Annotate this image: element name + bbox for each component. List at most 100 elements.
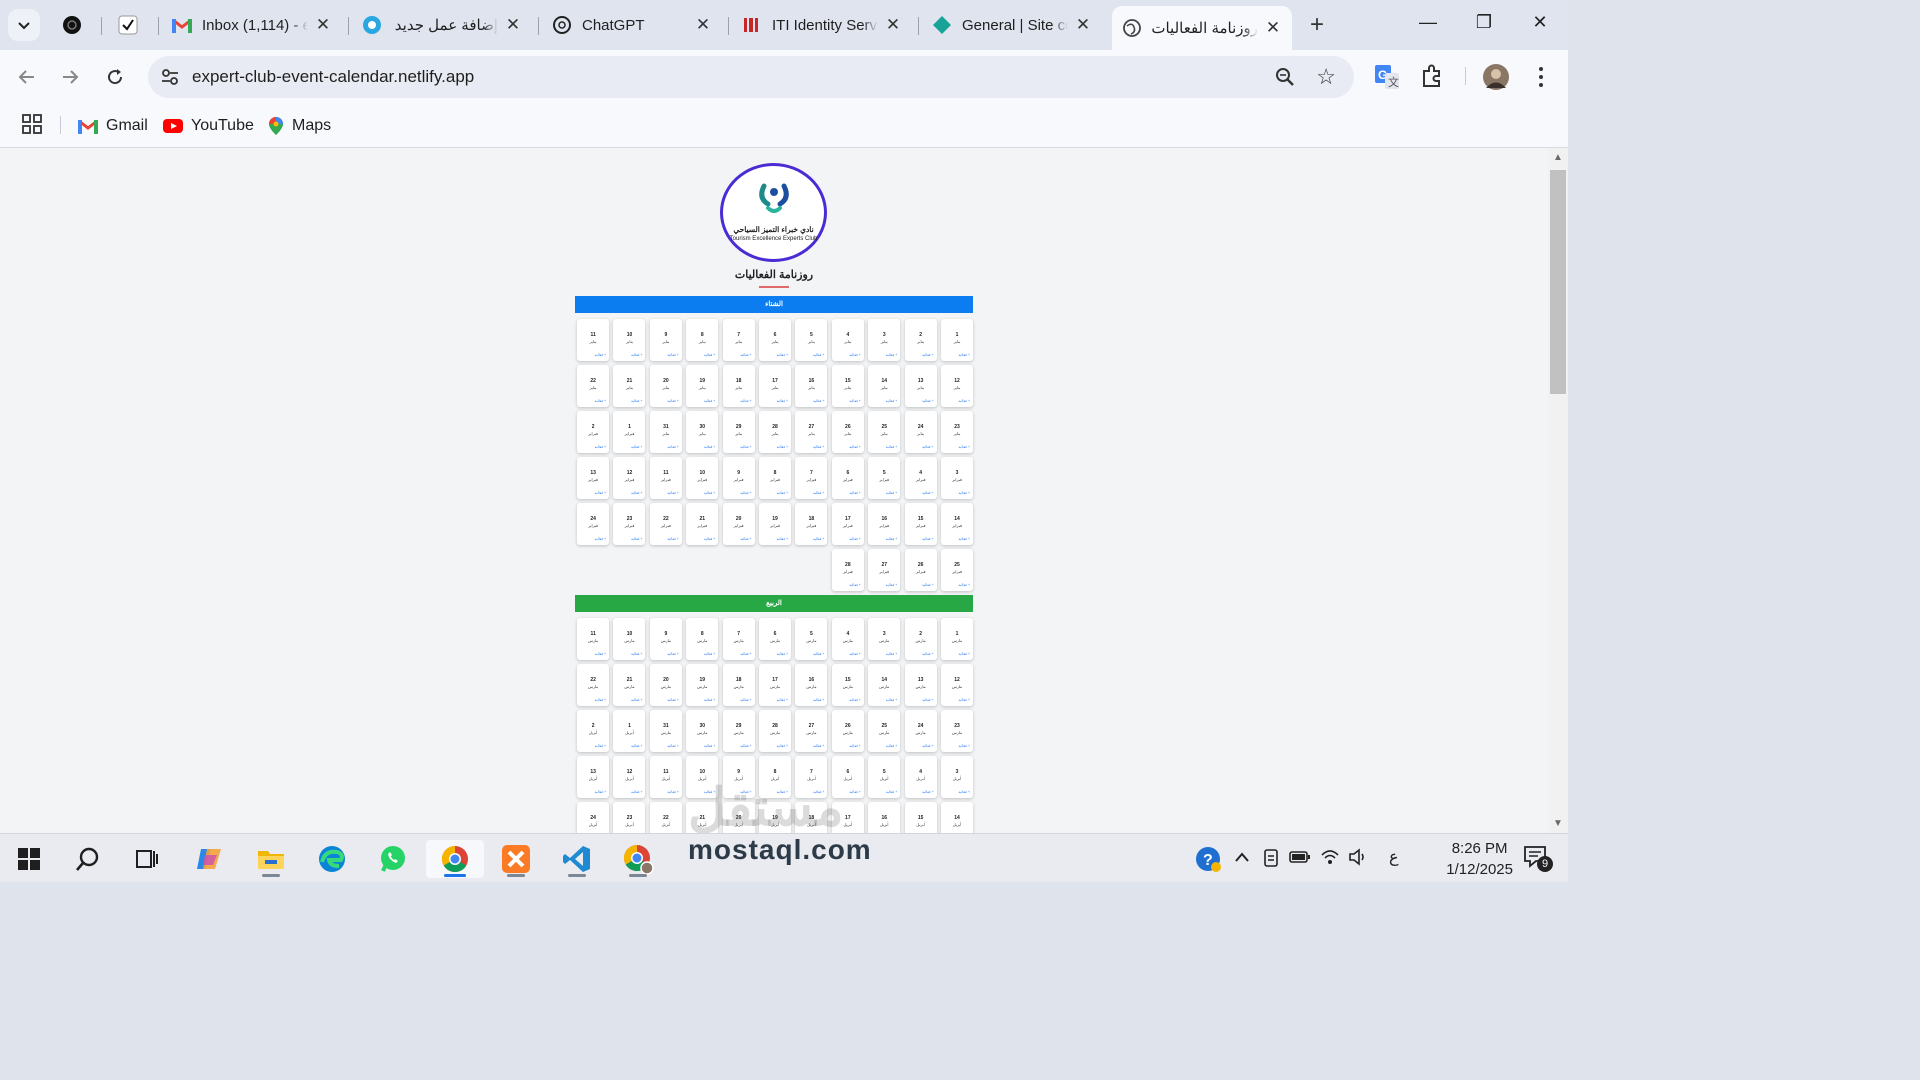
day-card[interactable]: 26 يناير + فعالية [831,411,864,453]
day-card[interactable]: 21 فبراير + فعالية [686,503,719,545]
add-event-link[interactable]: + فعالية [631,790,642,794]
add-event-link[interactable]: + فعالية [886,744,897,748]
tab-pinned-2[interactable] [108,8,152,42]
add-event-link[interactable]: + فعالية [595,445,606,449]
day-card[interactable]: 19 فبراير + فعالية [759,503,792,545]
add-event-link[interactable]: + فعالية [777,445,788,449]
day-card[interactable]: 25 مارس + فعالية [868,710,901,752]
day-card[interactable]: 13 فبراير + فعالية [577,457,610,499]
add-event-link[interactable]: + فعالية [813,399,824,403]
add-event-link[interactable]: + فعالية [777,399,788,403]
add-event-link[interactable]: + فعالية [595,744,606,748]
taskbar-whatsapp[interactable] [374,840,412,878]
add-event-link[interactable]: + فعالية [813,491,824,495]
day-card[interactable]: 6 يناير + فعالية [759,319,792,361]
add-event-link[interactable]: + فعالية [849,491,860,495]
day-card[interactable]: 13 أبريل + فعالية [577,756,610,798]
add-event-link[interactable]: + فعالية [886,445,897,449]
close-icon[interactable]: ✕ [1074,15,1092,35]
day-card[interactable]: 10 فبراير + فعالية [686,457,719,499]
day-card[interactable]: 16 مارس + فعالية [795,664,828,706]
day-card[interactable]: 1 يناير + فعالية [941,319,973,361]
day-card[interactable]: 29 مارس + فعالية [722,710,755,752]
add-event-link[interactable]: + فعالية [959,399,970,403]
add-event-link[interactable]: + فعالية [595,790,606,794]
add-event-link[interactable]: + فعالية [667,445,678,449]
add-event-link[interactable]: + فعالية [704,537,715,541]
day-card[interactable]: 16 فبراير + فعالية [868,503,901,545]
day-card[interactable]: 10 يناير + فعالية [613,319,646,361]
add-event-link[interactable]: + فعالية [849,790,860,794]
add-event-link[interactable]: + فعالية [813,537,824,541]
day-card[interactable]: 3 فبراير + فعالية [941,457,973,499]
day-card[interactable]: 4 فبراير + فعالية [904,457,937,499]
day-card[interactable]: 7 فبراير + فعالية [795,457,828,499]
day-card[interactable]: 1 فبراير + فعالية [613,411,646,453]
day-card[interactable]: 15 فبراير + فعالية [904,503,937,545]
input-language[interactable]: ع [1389,847,1399,867]
task-view-button[interactable] [128,840,166,878]
bookmark-youtube[interactable]: YouTube [163,113,254,139]
add-event-link[interactable]: + فعالية [777,353,788,357]
day-card[interactable]: 4 أبريل + فعالية [904,756,937,798]
add-event-link[interactable]: + فعالية [922,698,933,702]
add-event-link[interactable]: + فعالية [886,698,897,702]
add-event-link[interactable]: + فعالية [813,698,824,702]
add-event-link[interactable]: + فعالية [667,353,678,357]
apps-grid-icon[interactable] [22,114,42,134]
day-card[interactable]: 19 يناير + فعالية [686,365,719,407]
notifications-button[interactable]: 9 [1522,843,1553,872]
add-event-link[interactable]: + فعالية [813,445,824,449]
add-event-link[interactable]: + فعالية [849,537,860,541]
day-card[interactable]: 2 يناير + فعالية [904,319,937,361]
day-card[interactable]: 26 مارس + فعالية [831,710,864,752]
add-event-link[interactable]: + فعالية [959,790,970,794]
day-card[interactable]: 5 مارس + فعالية [795,618,828,660]
day-card[interactable]: 15أبريل+ فعالية [904,802,937,833]
add-event-link[interactable]: + فعالية [631,698,642,702]
day-card[interactable]: 22 يناير + فعالية [577,365,610,407]
day-card[interactable]: 1 أبريل + فعالية [613,710,646,752]
day-card[interactable]: 24 مارس + فعالية [904,710,937,752]
day-card[interactable]: 23أبريل+ فعالية [613,802,646,833]
add-event-link[interactable]: + فعالية [959,537,970,541]
day-card[interactable]: 25 فبراير + فعالية [941,549,973,591]
taskbar-file-explorer[interactable] [252,840,290,878]
add-event-link[interactable]: + فعالية [777,491,788,495]
add-event-link[interactable]: + فعالية [922,353,933,357]
close-icon[interactable]: ✕ [1264,18,1282,38]
day-card[interactable]: 25 يناير + فعالية [868,411,901,453]
battery-icon[interactable] [1289,849,1311,865]
taskbar-xampp[interactable] [497,840,535,878]
day-card[interactable]: 7 يناير + فعالية [722,319,755,361]
day-card[interactable]: 8 يناير + فعالية [686,319,719,361]
day-card[interactable]: 10 مارس + فعالية [613,618,646,660]
add-event-link[interactable]: + فعالية [777,537,788,541]
close-icon[interactable]: ✕ [694,15,712,35]
day-card[interactable]: 29 يناير + فعالية [722,411,755,453]
day-card[interactable]: 27 فبراير + فعالية [868,549,901,591]
add-event-link[interactable]: + فعالية [959,698,970,702]
forward-button[interactable] [55,62,85,92]
tab-sharepoint[interactable]: General | Site co ✕ [922,8,1102,42]
day-card[interactable]: 5 أبريل + فعالية [868,756,901,798]
add-event-link[interactable]: + فعالية [922,491,933,495]
add-event-link[interactable]: + فعالية [704,698,715,702]
day-card[interactable]: 30 يناير + فعالية [686,411,719,453]
add-event-link[interactable]: + فعالية [631,652,642,656]
add-event-link[interactable]: + فعالية [704,353,715,357]
day-card[interactable]: 3 يناير + فعالية [868,319,901,361]
day-card[interactable]: 21 يناير + فعالية [613,365,646,407]
day-card[interactable]: 20 مارس + فعالية [649,664,682,706]
day-card[interactable]: 14 مارس + فعالية [868,664,901,706]
add-event-link[interactable]: + فعالية [886,353,897,357]
add-event-link[interactable]: + فعالية [595,353,606,357]
add-event-link[interactable]: + فعالية [813,744,824,748]
add-event-link[interactable]: + فعالية [631,353,642,357]
add-event-link[interactable]: + فعالية [704,491,715,495]
day-card[interactable]: 24 يناير + فعالية [904,411,937,453]
day-card[interactable]: 9 مارس + فعالية [649,618,682,660]
tab-chatgpt[interactable]: ChatGPT ✕ [542,8,722,42]
add-event-link[interactable]: + فعالية [740,744,751,748]
device-icon[interactable] [1262,848,1280,868]
